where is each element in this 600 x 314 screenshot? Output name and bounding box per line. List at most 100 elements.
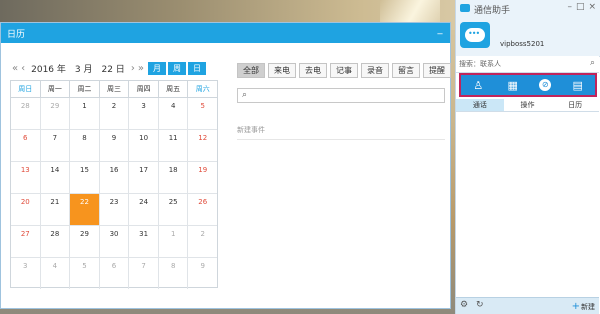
app-logo-icon [460,4,470,12]
settings-gear-icon[interactable]: ⚙ [460,300,468,310]
calendar-day-cell[interactable]: 23 [100,194,130,225]
calendar-window-title: 日历 [7,29,26,40]
refresh-icon[interactable]: ↻ [476,300,484,310]
filter-incoming-button[interactable]: 来电 [268,63,296,78]
calendar-day-cell[interactable]: 14 [41,162,71,193]
minimize-icon[interactable]: – [567,2,572,12]
calendar-day-cell[interactable]: 2 [188,226,217,257]
view-month-button[interactable]: 月 [148,62,166,75]
calendar-day-number: 4 [52,262,58,270]
view-day-button[interactable]: 日 [188,62,206,75]
calendar-day-cell[interactable]: 10 [129,130,159,161]
calendar-day-cell[interactable]: 7 [41,130,71,161]
calendar-day-cell[interactable]: 26 [188,194,217,225]
filter-recording-button[interactable]: 录音 [361,63,389,78]
prev-month-icon[interactable]: ‹ [21,63,25,74]
search-icon: ⌕ [242,90,248,100]
calendar-day-cell[interactable]: 17 [129,162,159,193]
calendar-day-cell[interactable]: 12 [188,130,217,161]
calendar-day-cell[interactable]: 22 [70,194,100,225]
weekday-fri: 周五 [159,81,189,97]
calendar-day-cell[interactable]: 9 [188,258,217,289]
month-grid: 周日 周一 周二 周三 周四 周五 周六 28 29 1 2 3 4 5 6 7 8 9 10 11 12… [10,80,218,289]
calendar-day-number: 9 [111,134,117,142]
calendar-day-cell[interactable]: 16 [100,162,130,193]
calendar-day-cell[interactable]: 15 [70,162,100,193]
filter-all-button[interactable]: 全部 [237,63,265,78]
calendar-day-cell[interactable]: 30 [100,226,130,257]
event-search-input[interactable]: ⌕ [237,88,445,103]
tab-calls[interactable]: 通话 [456,99,504,111]
filter-outgoing-button[interactable]: 去电 [299,63,327,78]
calendar-day-number: 8 [170,262,176,270]
calendar-day-number: 2 [200,230,205,238]
chat-bubble-icon [465,28,485,42]
avatar[interactable] [460,22,490,48]
calendar-day-number: 10 [139,134,149,142]
username: vipboss5201 [500,40,545,48]
calendar-day-number: 1 [170,230,176,238]
close-icon[interactable]: × [588,2,596,12]
calendar-day-cell[interactable]: 5 [70,258,100,289]
calendar-day-cell[interactable]: 13 [11,162,41,193]
calendar-day-number: 17 [139,166,149,174]
next-year-icon[interactable]: » [138,63,144,74]
calendar-day-cell[interactable]: 5 [188,98,217,129]
filter-reminder-button[interactable]: 提醒 [423,63,451,78]
apps-grid-icon[interactable]: ▦ [505,79,521,92]
calendar-day-cell[interactable]: 18 [159,162,189,193]
filter-message-button[interactable]: 留言 [392,63,420,78]
calendar-day-cell[interactable]: 8 [159,258,189,289]
view-week-button[interactable]: 周 [168,62,186,75]
calendar-day-cell[interactable]: 27 [11,226,41,257]
year-text: 2016 年 [31,65,66,75]
calendar-day-number: 19 [198,166,208,174]
minimize-button[interactable]: _ [434,25,446,36]
calendar-day-cell[interactable]: 19 [188,162,217,193]
calendar-titlebar[interactable]: 日历 _ [1,23,450,43]
calendar-week-row: 27 28 29 30 31 1 2 [11,226,217,258]
calendar-day-cell[interactable]: 28 [41,226,71,257]
search-icon[interactable]: ⌕ [590,58,595,68]
calendar-day-cell[interactable]: 31 [129,226,159,257]
calendar-day-cell[interactable]: 3 [129,98,159,129]
new-button[interactable]: +新建 [572,301,595,312]
calendar-day-cell[interactable]: 8 [70,130,100,161]
calendar-grid-icon[interactable]: ▤ [570,79,586,92]
date-navigator: « ‹ 2016 年 3 月 22 日 › » [12,62,144,75]
calendar-day-cell[interactable]: 3 [11,258,41,289]
calendar-day-cell[interactable]: 1 [159,226,189,257]
contacts-icon[interactable]: ♙ [470,79,486,92]
calendar-day-cell[interactable]: 24 [129,194,159,225]
calendar-day-cell[interactable]: 2 [100,98,130,129]
tab-calendar[interactable]: 日历 [551,99,599,111]
prev-year-icon[interactable]: « [12,63,18,74]
next-month-icon[interactable]: › [131,63,135,74]
calendar-day-cell[interactable]: 1 [70,98,100,129]
filter-notes-button[interactable]: 记事 [330,63,358,78]
new-event-label[interactable]: 新建事件 [237,125,265,135]
calendar-day-number: 18 [168,166,178,174]
calendar-day-cell[interactable]: 28 [11,98,41,129]
tab-operations[interactable]: 操作 [504,99,552,111]
calendar-day-cell[interactable]: 29 [41,98,71,129]
calendar-day-cell[interactable]: 20 [11,194,41,225]
calendar-day-number: 12 [198,134,208,142]
calendar-day-number: 28 [50,230,60,238]
maximize-icon[interactable]: □ [576,2,585,12]
calendar-day-cell[interactable]: 9 [100,130,130,161]
calendar-day-cell[interactable]: 29 [70,226,100,257]
calendar-day-cell[interactable]: 4 [41,258,71,289]
calendar-day-cell[interactable]: 25 [159,194,189,225]
contact-search-input[interactable]: 搜索：联系人 ⌕ [456,56,599,73]
calendar-day-cell[interactable]: 11 [159,130,189,161]
compass-icon[interactable]: ⊘ [539,79,552,91]
window-controls: – □ × [567,2,596,12]
calendar-day-cell[interactable]: 6 [100,258,130,289]
calendar-day-cell[interactable]: 7 [129,258,159,289]
contact-search-placeholder: 搜索：联系人 [459,60,501,68]
calendar-day-cell[interactable]: 6 [11,130,41,161]
calendar-day-cell[interactable]: 21 [41,194,71,225]
calendar-day-cell[interactable]: 4 [159,98,189,129]
divider [237,139,445,140]
